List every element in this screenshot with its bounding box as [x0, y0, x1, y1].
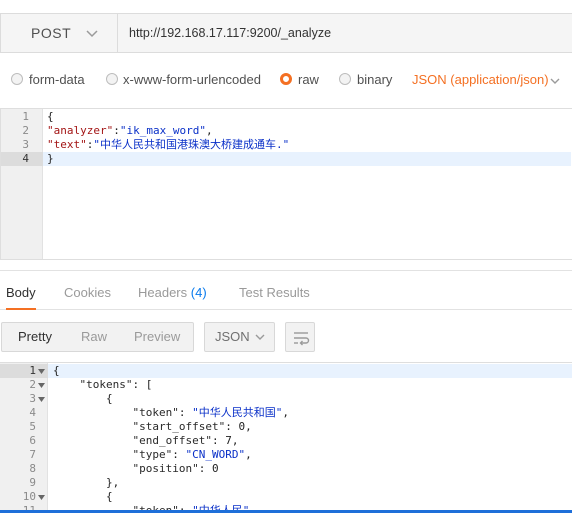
radio-label-raw[interactable]: raw: [298, 73, 319, 87]
editor-line: 1 {: [1, 110, 571, 124]
brace: {: [105, 392, 113, 405]
line-number: 5: [29, 420, 36, 433]
method-label: POST: [31, 25, 72, 41]
json-value: "中华人民共和国": [192, 406, 283, 419]
radio-label-binary[interactable]: binary: [357, 73, 392, 87]
response-line-active: 1 {: [0, 364, 572, 378]
response-view-bar: Pretty Raw Preview JSON: [0, 320, 572, 354]
json-value: "CN_WORD": [185, 448, 246, 461]
json-punct: : [: [132, 378, 153, 391]
editor-line-active: 4 }: [1, 152, 571, 166]
method-dropdown[interactable]: POST: [1, 14, 118, 52]
fold-arrow-icon[interactable]: [38, 369, 45, 374]
brace: {: [53, 364, 60, 377]
brace: {: [47, 110, 54, 123]
brace: },: [105, 476, 120, 489]
json-colon: :: [113, 124, 120, 137]
wrap-lines-icon: [294, 332, 310, 346]
tab-headers[interactable]: Headers (4): [138, 271, 207, 309]
json-key: "tokens": [79, 378, 133, 391]
chevron-down-icon: [86, 30, 98, 38]
request-body-editor[interactable]: 1 { 2 "analyzer":"ik_max_word", 3 "text"…: [0, 108, 572, 260]
response-line: 9 },: [0, 476, 572, 490]
tab-headers-label: Headers: [138, 285, 188, 300]
line-number: 2: [29, 378, 36, 391]
json-key: "end_offset": [132, 434, 212, 447]
radio-label-x-www-form-urlencoded[interactable]: x-www-form-urlencoded: [123, 73, 261, 87]
preview-button[interactable]: Preview: [134, 323, 180, 351]
radio-label-form-data[interactable]: form-data: [29, 73, 85, 87]
brace: {: [105, 490, 113, 503]
radio-raw[interactable]: [280, 73, 292, 85]
line-number: 8: [29, 462, 36, 475]
response-line: 10 {: [0, 490, 572, 504]
json-value: 0: [211, 462, 219, 475]
format-dropdown[interactable]: JSON: [204, 322, 275, 352]
url-input[interactable]: http://192.168.17.117:9200/_analyze: [129, 14, 331, 52]
json-key: "start_offset": [132, 420, 226, 433]
view-mode-toggle: Pretty Raw Preview: [1, 322, 194, 352]
fold-arrow-icon[interactable]: [38, 397, 45, 402]
line-number: 2: [22, 124, 29, 137]
json-key: "text": [47, 138, 87, 151]
pretty-button[interactable]: Pretty: [18, 323, 52, 351]
brace: }: [47, 152, 54, 165]
chevron-down-icon: [550, 78, 560, 84]
headers-count-badge: (4): [190, 285, 207, 300]
fold-arrow-icon[interactable]: [38, 495, 45, 500]
tab-test-results[interactable]: Test Results: [239, 271, 310, 309]
line-number: 3: [22, 138, 29, 151]
response-line: 8 "position": 0: [0, 462, 572, 476]
wrap-lines-button[interactable]: [285, 322, 315, 352]
request-bar: POST http://192.168.17.117:9200/_analyze: [0, 13, 572, 53]
json-value: "ik_max_word": [119, 124, 206, 137]
json-key: "type": [132, 448, 173, 461]
response-line: 5 "start_offset": 0,: [0, 420, 572, 434]
tab-body[interactable]: Body: [6, 271, 36, 310]
response-line: 6 "end_offset": 7,: [0, 434, 572, 448]
editor-line: 2 "analyzer":"ik_max_word",: [1, 124, 571, 138]
response-line: 2 "tokens": [: [0, 378, 572, 392]
json-key: "position": [132, 462, 199, 475]
json-key: "analyzer": [47, 124, 114, 137]
line-number: 1: [22, 110, 29, 123]
response-tabs: Body Cookies Headers (4) Test Results: [0, 270, 572, 310]
json-comma: ,: [205, 124, 213, 137]
response-line: 4 "token": "中华人民共和国",: [0, 406, 572, 420]
line-number: 10: [22, 490, 36, 503]
response-line: 3 {: [0, 392, 572, 406]
chevron-down-icon: [255, 334, 265, 340]
fold-arrow-icon[interactable]: [38, 383, 45, 388]
tab-cookies[interactable]: Cookies: [64, 271, 111, 309]
line-number: 3: [29, 392, 36, 405]
format-label: JSON: [215, 329, 250, 344]
radio-x-www-form-urlencoded[interactable]: [106, 73, 118, 85]
line-number: 9: [29, 476, 36, 489]
response-body-viewer[interactable]: 1 { 2 "tokens": [ 3 { 4 "token": "中华人民共和…: [0, 362, 572, 513]
radio-form-data[interactable]: [11, 73, 23, 85]
line-number: 4: [29, 406, 36, 419]
response-line: 7 "type": "CN_WORD",: [0, 448, 572, 462]
line-number: 6: [29, 434, 36, 447]
line-number: 4: [1, 152, 43, 166]
json-key: "token": [132, 406, 179, 419]
line-number: 7: [29, 448, 36, 461]
radio-binary[interactable]: [339, 73, 351, 85]
json-value: "中华人民共和国港珠澳大桥建成通车.": [93, 138, 290, 151]
json-value: 0: [238, 420, 246, 433]
body-type-options: form-data x-www-form-urlencoded raw bina…: [0, 68, 572, 96]
content-type-select[interactable]: JSON (application/json): [412, 72, 549, 88]
editor-line: 3 "text":"中华人民共和国港珠澳大桥建成通车.": [1, 138, 571, 152]
json-value: 7: [225, 434, 232, 447]
raw-button[interactable]: Raw: [81, 323, 107, 351]
